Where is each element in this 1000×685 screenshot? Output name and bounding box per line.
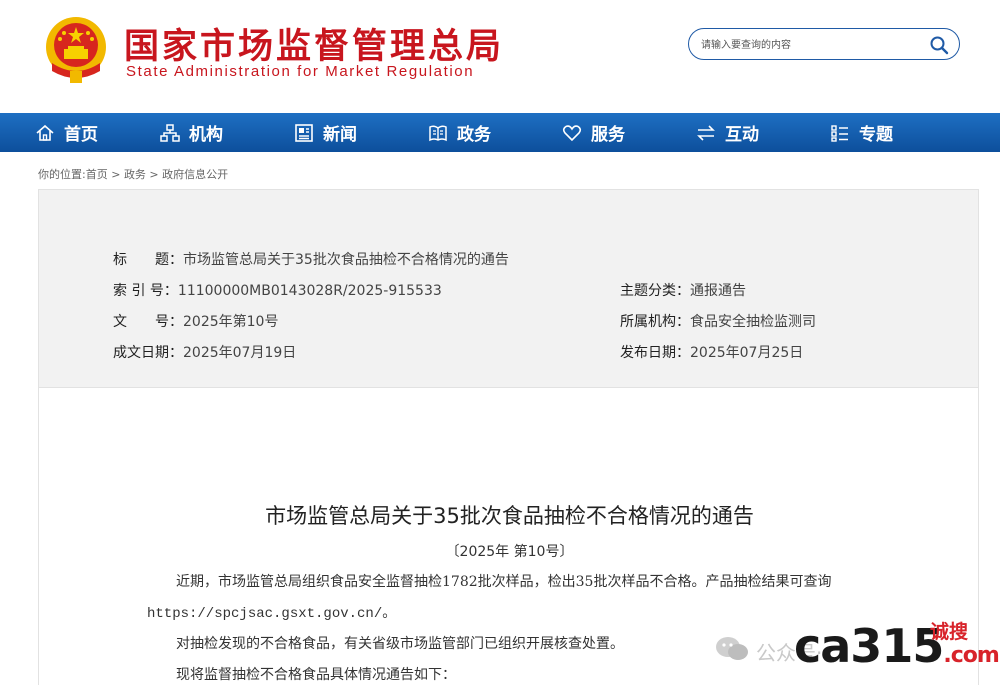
nav-item-topics[interactable]: 专题 bbox=[794, 113, 928, 152]
meta-title-row: 标 题：市场监管总局关于35批次食品抽检不合格情况的通告 bbox=[113, 249, 509, 269]
meta-index-row: 索 引 号：11100000MB0143028R/2025-915533 bbox=[113, 280, 442, 300]
heart-icon bbox=[561, 122, 583, 144]
nav-label: 服务 bbox=[591, 125, 625, 145]
nav-label: 机构 bbox=[189, 125, 223, 145]
site-header: 国家市场监督管理总局 State Administration for Mark… bbox=[0, 0, 1000, 113]
nav-item-home[interactable]: 首页 bbox=[0, 113, 124, 152]
breadcrumb-link-gov-info[interactable]: 政府信息公开 bbox=[162, 168, 228, 181]
search-box bbox=[688, 28, 960, 60]
home-icon bbox=[34, 122, 56, 144]
org-chart-icon bbox=[159, 122, 181, 144]
national-emblem-logo[interactable] bbox=[42, 13, 110, 85]
exchange-arrows-icon bbox=[695, 122, 717, 144]
meta-label: 所属机构： bbox=[620, 314, 690, 330]
meta-value: 2025年07月19日 bbox=[183, 345, 297, 361]
meta-label: 发布日期： bbox=[620, 345, 690, 361]
article-paragraph: 近期，市场监管总局组织食品安全监督抽检1782批次样品，检出35批次样品不合格。… bbox=[176, 574, 832, 590]
search-icon[interactable] bbox=[929, 35, 949, 55]
nav-label: 专题 bbox=[859, 125, 893, 145]
breadcrumb-separator: > bbox=[107, 168, 124, 181]
meta-org-row: 所属机构：食品安全抽检监测司 bbox=[620, 311, 816, 331]
nav-item-interact[interactable]: 互动 bbox=[660, 113, 794, 152]
nav-item-service[interactable]: 服务 bbox=[526, 113, 660, 152]
meta-label: 主题分类： bbox=[620, 283, 690, 299]
article-paragraph-url-line: https://spcjsac.gsxt.gov.cn/。 bbox=[147, 602, 396, 622]
nav-label: 首页 bbox=[64, 125, 98, 145]
breadcrumb-link-affairs[interactable]: 政务 bbox=[124, 168, 146, 181]
list-icon bbox=[829, 122, 851, 144]
watermark-cs-text: 诚搜 bbox=[930, 621, 969, 643]
meta-made-date-row: 成文日期：2025年07月19日 bbox=[113, 342, 296, 362]
breadcrumb: 你的位置:首页 > 政务 > 政府信息公开 bbox=[38, 166, 228, 182]
watermark: 公众号· ca315.com 诚搜 bbox=[714, 617, 1000, 679]
meta-label: 成文日期： bbox=[113, 345, 183, 361]
meta-label: 文 号： bbox=[113, 314, 183, 330]
watermark-logo-domain: .com bbox=[943, 643, 999, 668]
book-icon bbox=[427, 122, 449, 144]
breadcrumb-separator: > bbox=[145, 168, 163, 181]
watermark-logo-main: ca315 bbox=[794, 619, 944, 673]
breadcrumb-prefix: 你的位置: bbox=[38, 168, 86, 181]
main-nav: 首页 机构 新闻 政务 服务 互动 专题 bbox=[0, 113, 1000, 152]
meta-label: 标 题： bbox=[113, 252, 183, 268]
nav-label: 政务 bbox=[457, 125, 491, 145]
nav-item-org[interactable]: 机构 bbox=[124, 113, 258, 152]
meta-value: 2025年第10号 bbox=[183, 314, 279, 330]
meta-topic-row: 主题分类：通报通告 bbox=[620, 280, 746, 300]
search-input[interactable] bbox=[701, 35, 921, 55]
meta-label: 索 引 号： bbox=[113, 283, 178, 299]
wechat-icon bbox=[714, 635, 750, 663]
nav-item-news[interactable]: 新闻 bbox=[258, 113, 392, 152]
meta-value: 通报通告 bbox=[690, 283, 746, 299]
punctuation: 。 bbox=[382, 605, 397, 621]
nav-label: 新闻 bbox=[323, 125, 357, 145]
nav-label: 互动 bbox=[725, 125, 759, 145]
article-paragraph: 对抽检发现的不合格食品，有关省级市场监管部门已组织开展核查处置。 bbox=[176, 636, 624, 652]
meta-value: 食品安全抽检监测司 bbox=[690, 314, 816, 330]
nav-item-affairs[interactable]: 政务 bbox=[392, 113, 526, 152]
site-title-en: State Administration for Market Regulati… bbox=[126, 63, 475, 80]
document-metadata: 标 题：市场监管总局关于35批次食品抽检不合格情况的通告 索 引 号：11100… bbox=[38, 189, 979, 388]
breadcrumb-link-home[interactable]: 首页 bbox=[86, 168, 108, 181]
article-number: 〔2025年 第10号〕 bbox=[445, 544, 574, 560]
article-title: 市场监管总局关于35批次食品抽检不合格情况的通告 bbox=[265, 504, 754, 528]
newspaper-icon bbox=[293, 122, 315, 144]
meta-value: 11100000MB0143028R/2025-915533 bbox=[177, 283, 442, 299]
meta-publish-date-row: 发布日期：2025年07月25日 bbox=[620, 342, 803, 362]
meta-value: 市场监管总局关于35批次食品抽检不合格情况的通告 bbox=[183, 252, 509, 268]
site-title-cn: 国家市场监督管理总局 bbox=[124, 26, 505, 67]
watermark-logo-text: ca315.com bbox=[794, 619, 1000, 673]
result-query-link[interactable]: https://spcjsac.gsxt.gov.cn/ bbox=[147, 606, 382, 622]
meta-value: 2025年07月25日 bbox=[690, 345, 804, 361]
article-paragraph: 现将监督抽检不合格食品具体情况通告如下： bbox=[176, 667, 456, 683]
meta-doc-number-row: 文 号：2025年第10号 bbox=[113, 311, 278, 331]
